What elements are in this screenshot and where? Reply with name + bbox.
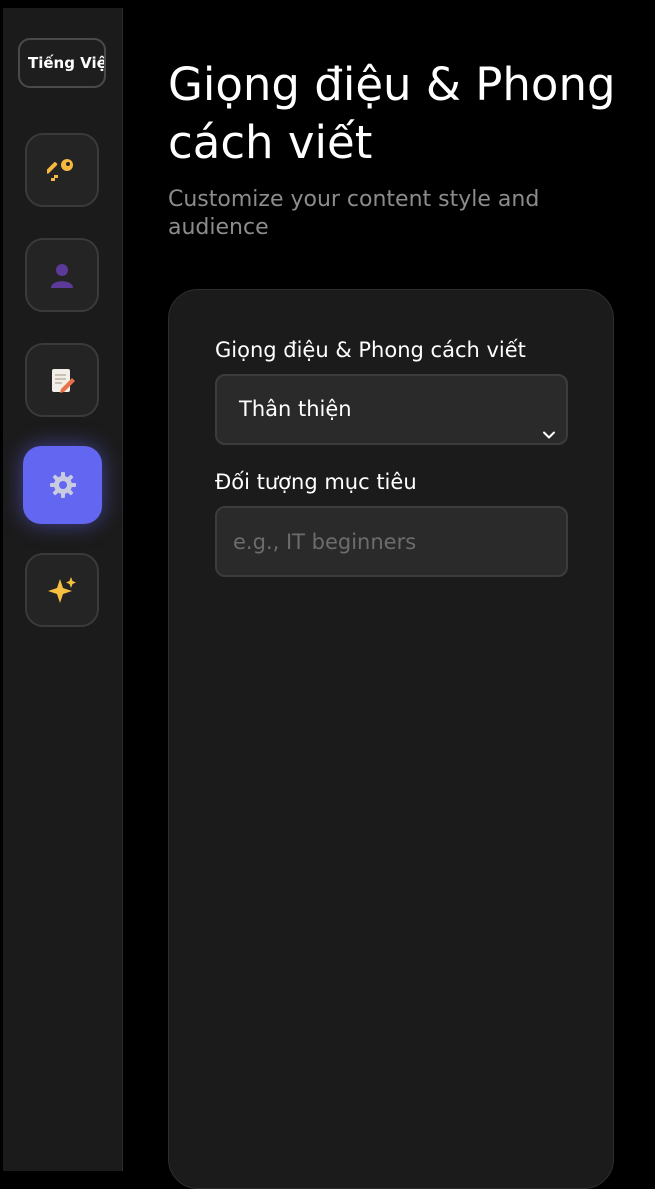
sidebar: Tiếng Việt <box>3 8 123 1171</box>
page-subtitle: Customize your content style and audienc… <box>168 187 540 240</box>
gear-icon <box>48 470 78 500</box>
sidebar-item-profile[interactable] <box>25 238 99 312</box>
sidebar-item-api-key[interactable] <box>25 133 99 207</box>
sparkles-icon <box>47 575 77 605</box>
tone-label: Giọng điệu & Phong cách viết <box>215 338 526 362</box>
user-icon <box>47 260 77 290</box>
audience-label: Đối tượng mục tiêu <box>215 470 417 494</box>
sidebar-item-generate[interactable] <box>25 553 99 627</box>
page-title: Giọng điệu & Phong cách viết <box>168 58 616 169</box>
sidebar-item-settings[interactable] <box>23 446 102 524</box>
key-icon <box>47 155 77 185</box>
tone-selected-value: Thân thiện <box>239 397 352 421</box>
settings-card: Giọng điệu & Phong cách viết Thân thiện … <box>168 289 614 1189</box>
audience-input[interactable] <box>215 506 568 577</box>
tone-select[interactable]: Thân thiện <box>215 374 568 445</box>
language-button[interactable]: Tiếng Việt <box>18 38 106 88</box>
memo-icon <box>47 365 77 395</box>
chevron-down-icon <box>542 402 556 439</box>
sidebar-item-content[interactable] <box>25 343 99 417</box>
